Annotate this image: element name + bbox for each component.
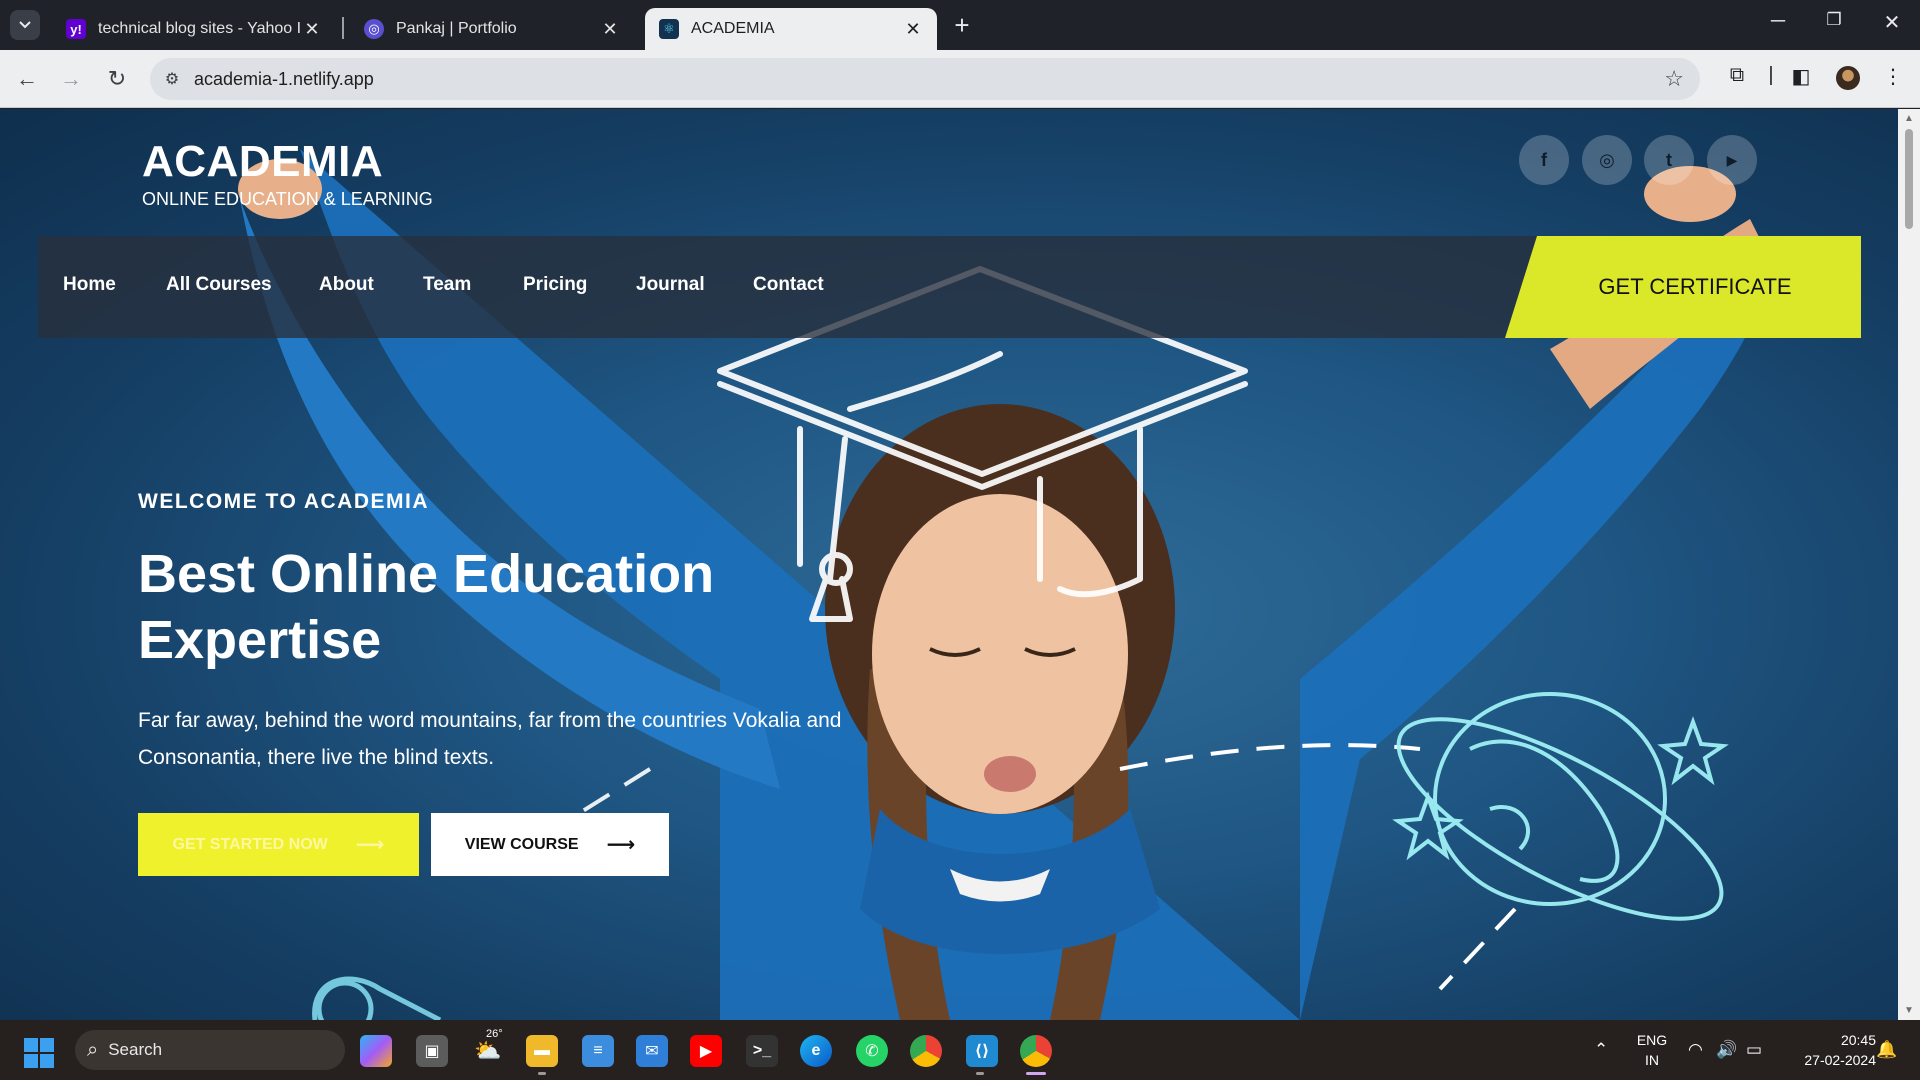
chrome-profile-icon[interactable] (1020, 1035, 1052, 1067)
minimize-icon[interactable]: ─ (1758, 10, 1798, 33)
hero-headline: Best Online Education Expertise (138, 544, 715, 670)
toolbar-divider: | (1768, 64, 1774, 86)
running-indicator (538, 1072, 546, 1075)
twitter-icon[interactable]: t (1644, 135, 1694, 185)
clock-time[interactable]: 20:45 (1780, 1032, 1876, 1048)
taskbar-search[interactable]: ⌕ Search (75, 1030, 345, 1070)
scroll-thumb[interactable] (1905, 129, 1913, 229)
mail-icon[interactable]: ✉ (636, 1035, 668, 1067)
tab-title: ACADEMIA (691, 20, 775, 37)
bookmark-star-icon[interactable]: ☆ (1664, 66, 1684, 92)
language-region: IN (1645, 1052, 1659, 1068)
instagram-icon[interactable]: ◎ (1582, 135, 1632, 185)
youtube-app-icon[interactable]: ▶ (690, 1035, 722, 1067)
language-indicator[interactable]: ENG (1630, 1032, 1674, 1048)
facebook-icon[interactable]: f (1519, 135, 1569, 185)
volume-icon[interactable]: 🔊 (1716, 1040, 1737, 1060)
close-tab-icon[interactable]: ✕ (600, 19, 620, 40)
tab-portfolio[interactable]: ◎ Pankaj | Portfolio ✕ (350, 8, 634, 50)
site-settings-icon[interactable]: ⚙ (150, 69, 194, 89)
nav-contact[interactable]: Contact (753, 274, 824, 296)
welcome-text: WELCOME TO ACADEMIA (138, 490, 429, 513)
extensions-icon[interactable]: ⧉ (1722, 64, 1752, 87)
running-indicator (976, 1072, 984, 1075)
react-icon: ⚛ (659, 19, 679, 39)
youtube-icon[interactable]: ▶ (1707, 135, 1757, 185)
get-started-label: GET STARTED NOW (172, 835, 328, 853)
scroll-up-icon[interactable]: ▲ (1898, 113, 1920, 124)
arrow-right-icon: ⟶ (355, 834, 385, 856)
windows-taskbar: ⌕ Search ▣ ⛅ 26° ▬ ≡ ✉ ▶ >_ e ✆ ⟨⟩ ⌃ ENG… (0, 1020, 1920, 1080)
wifi-icon[interactable]: ◠ (1688, 1040, 1703, 1060)
tab-separator (342, 17, 344, 39)
active-indicator (1026, 1072, 1046, 1075)
tab-title: technical blog sites - Yahoo Ind (98, 20, 302, 37)
browser-toolbar: ← → ↻ ⚙ academia-1.netlify.app ☆ ⧉ | ◧ ⋮ (0, 50, 1920, 108)
scroll-down-icon[interactable]: ▼ (1898, 1005, 1920, 1016)
view-course-button[interactable]: VIEW COURSE ⟶ (431, 813, 669, 876)
chrome-icon[interactable] (910, 1035, 942, 1067)
battery-icon[interactable]: ▭ (1746, 1040, 1762, 1060)
logo-title: ACADEMIA (142, 137, 384, 186)
close-tab-icon[interactable]: ✕ (302, 19, 322, 40)
restore-icon[interactable]: ❐ (1814, 10, 1854, 30)
hero-lead: Far far away, behind the word mountains,… (138, 709, 842, 769)
file-explorer-icon[interactable]: ▬ (526, 1035, 558, 1067)
notepad-icon[interactable]: ≡ (582, 1035, 614, 1067)
new-tab-button[interactable]: + (948, 12, 976, 40)
page-viewport: ACADEMIA ONLINE EDUCATION & LEARNING f ◎… (0, 109, 1898, 1020)
weather-temp: 26° (486, 1028, 503, 1040)
nav-team[interactable]: Team (423, 274, 471, 296)
taskbar-search-label: Search (108, 1040, 163, 1059)
close-tab-icon[interactable]: ✕ (903, 19, 923, 40)
show-hidden-icons[interactable]: ⌃ (1594, 1040, 1608, 1060)
copilot-icon[interactable] (360, 1035, 392, 1067)
tab-yahoo[interactable]: y! technical blog sites - Yahoo Ind ✕ (52, 8, 336, 50)
site-logo[interactable]: ACADEMIA ONLINE EDUCATION & LEARNING (142, 137, 433, 210)
profile-avatar[interactable] (1836, 66, 1860, 90)
vscode-icon[interactable]: ⟨⟩ (966, 1035, 998, 1067)
side-panel-icon[interactable]: ◧ (1786, 64, 1816, 89)
close-window-icon[interactable]: ✕ (1872, 10, 1912, 35)
tab-academia[interactable]: ⚛ ACADEMIA ✕ (645, 8, 937, 50)
logo-subtitle: ONLINE EDUCATION & LEARNING (142, 189, 433, 209)
edge-icon[interactable]: e (800, 1035, 832, 1067)
tab-title: Pankaj | Portfolio (396, 20, 517, 37)
clock-date[interactable]: 27-02-2024 (1780, 1052, 1876, 1068)
back-icon[interactable]: ← (12, 64, 42, 94)
forward-icon[interactable]: → (56, 64, 86, 94)
search-icon: ⌕ (87, 1038, 99, 1061)
get-certificate-button[interactable]: GET CERTIFICATE (1505, 236, 1861, 338)
url-text[interactable]: academia-1.netlify.app (194, 69, 374, 90)
tab-search-button[interactable] (10, 10, 40, 40)
arrow-right-icon: ⟶ (606, 834, 636, 856)
windows-start-icon[interactable] (24, 1038, 54, 1068)
notification-bell-icon[interactable]: 🔔 (1876, 1040, 1897, 1060)
page-scrollbar[interactable]: ▲ ▼ (1898, 109, 1920, 1020)
nav-journal[interactable]: Journal (636, 274, 705, 296)
nav-all-courses[interactable]: All Courses (166, 274, 272, 296)
yahoo-icon: y! (66, 19, 86, 39)
get-started-button[interactable]: GET STARTED NOW ⟶ (138, 813, 419, 876)
chevron-down-icon (19, 21, 31, 29)
whatsapp-icon[interactable]: ✆ (856, 1035, 888, 1067)
portfolio-icon: ◎ (364, 19, 384, 39)
nav-pricing[interactable]: Pricing (523, 274, 587, 296)
nav-home[interactable]: Home (63, 274, 116, 296)
reload-icon[interactable]: ↻ (102, 64, 132, 94)
tab-bar: y! technical blog sites - Yahoo Ind ✕ ◎ … (0, 0, 1920, 50)
task-view-icon[interactable]: ▣ (416, 1035, 448, 1067)
address-bar[interactable]: ⚙ academia-1.netlify.app ☆ (150, 58, 1700, 100)
view-course-label: VIEW COURSE (464, 835, 579, 853)
terminal-icon[interactable]: >_ (746, 1035, 778, 1067)
menu-dots-icon[interactable]: ⋮ (1878, 64, 1908, 89)
nav-about[interactable]: About (319, 274, 374, 296)
